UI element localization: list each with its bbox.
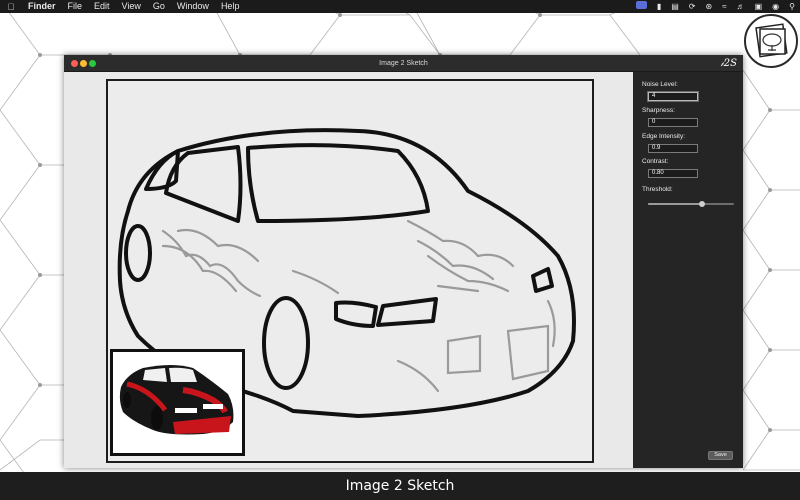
settings-panel: Noise Level: 4 Sharpness: 0 Edge Intensi… [633,72,743,468]
edge-intensity-field[interactable]: 0.9 [648,144,698,153]
window-title: Image 2 Sketch [379,60,428,67]
title-bar: Image 2 Sketch 𝒾2S [64,55,743,72]
window-icon[interactable]: ▣ [755,0,763,13]
menu-window[interactable]: Window [171,0,215,13]
threshold-slider-fill [648,203,703,205]
car-original-image [119,365,234,435]
bluetooth-icon[interactable]: ⊛ [706,0,713,13]
menu-help[interactable]: Help [215,0,246,13]
time-machine-icon[interactable]: ⟳ [689,0,696,13]
save-button[interactable]: Save [708,451,733,460]
battery-icon[interactable]: ▮ [657,0,661,13]
apple-icon[interactable]:  [0,2,22,12]
noise-level-label: Noise Level: [642,81,678,88]
canvas-area [64,72,633,468]
app-logo [744,14,798,68]
caption-text: Image 2 Sketch [345,478,455,494]
menu-edit[interactable]: Edit [88,0,116,13]
wifi-icon[interactable]: ≈ [722,0,726,13]
sharpness-field[interactable]: 0 [648,118,698,127]
contrast-label: Contrast: [642,158,669,165]
volume-icon[interactable]: ♬ [737,0,745,13]
threshold-label: Threshold: [642,186,673,193]
threshold-slider[interactable] [648,201,734,207]
tree-sketch-icon [755,23,788,58]
menu-finder[interactable]: Finder [22,0,62,13]
notification-icon[interactable] [635,0,647,13]
noise-level-field[interactable]: 4 [648,92,698,101]
display-icon[interactable]: ▤ [671,0,679,13]
app-monogram-icon: 𝒾2S [720,58,737,69]
sharpness-label: Sharpness: [642,107,675,114]
caption-bar: Image 2 Sketch [0,472,800,500]
contrast-field[interactable]: 0.80 [648,169,698,178]
app-window: Image 2 Sketch 𝒾2S Noise Level: 4 Sharpn… [64,55,743,468]
edge-intensity-label: Edge Intensity: [642,133,685,140]
menu-file[interactable]: File [62,0,89,13]
menu-bar:  Finder File Edit View Go Window Help ▮… [0,0,800,13]
threshold-slider-knob[interactable] [699,201,706,207]
menu-view[interactable]: View [116,0,147,13]
search-icon[interactable]: ⚲ [789,0,795,13]
status-area: ▮ ▤ ⟳ ⊛ ≈ ♬ ▣ ◉ ⚲ [631,0,800,13]
menu-go[interactable]: Go [147,0,171,13]
user-icon[interactable]: ◉ [772,0,779,13]
original-image-thumbnail[interactable] [110,349,245,456]
